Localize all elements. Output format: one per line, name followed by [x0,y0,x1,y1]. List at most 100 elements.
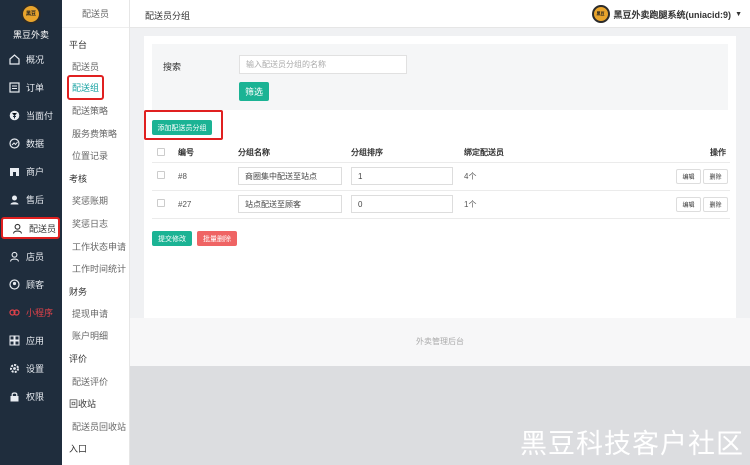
main-panel: 搜索 筛选 添加配送员分组 编号 分组名称 分组排序 绑定配送员 操作 #8 4… [144,36,736,318]
watermark-text: 黑豆科技客户社区 [520,429,744,459]
search-area: 搜索 筛选 [152,44,728,110]
row-checkbox[interactable] [157,199,165,207]
home-icon [9,53,20,65]
subnav-link-rider-recycle[interactable]: 配送员回收站 [72,420,126,433]
subnav-section-review: 评价 [69,354,88,364]
subnav-link-reward-log[interactable]: 奖惩日志 [72,217,108,230]
subnav-link-fee-strategy[interactable]: 服务费策略 [72,127,117,140]
col-id: 编号 [178,144,238,163]
sidebar-item-merchant[interactable]: 商户 [0,160,62,182]
add-group-button[interactable]: 添加配送员分组 [152,120,212,135]
sidebar-item-rider[interactable]: 配送员 [1,217,60,239]
staff-icon [9,251,20,262]
subnav-link-riders[interactable]: 配送员 [72,60,99,73]
row-id: #27 [178,190,238,219]
subnav-link-status-apply[interactable]: 工作状态申请 [72,240,126,253]
brand-logo-icon: 黑豆 [21,3,41,24]
select-all-checkbox[interactable] [157,147,165,156]
col-actions: 操作 [664,144,730,163]
brand-name: 黑豆外卖 [12,29,49,40]
service-icon [9,194,20,205]
sidebar-item-label: 售后 [26,194,45,205]
group-name-input[interactable] [238,195,342,213]
sidebar-item-settings[interactable]: 设置 [0,357,62,379]
sidebar-item-data[interactable]: 数据 [0,132,62,154]
group-name-input[interactable] [238,167,342,185]
row-riders: 4个 [464,162,664,191]
subnav-link-location-log[interactable]: 位置记录 [72,149,108,162]
chart-icon [9,137,20,149]
page-title: 配送员分组 [145,11,191,21]
system-switcher[interactable]: 黑豆 黑豆外卖跑腿系统(uniacid:9) ▼ [591,5,742,23]
sidebar-item-overview[interactable]: 概况 [0,48,62,70]
table-row: #27 1个 编辑删除 [152,190,730,219]
subnav-link-delivery-review[interactable]: 配送评价 [72,375,108,388]
sidebar-item-label: 顾客 [26,279,45,290]
subnav-link-rider-groups[interactable]: 配送组 [67,75,105,100]
edit-button[interactable]: 编辑 [676,168,701,184]
subnav-link-withdraw[interactable]: 提现申请 [72,307,108,320]
sidebar-item-label: 店员 [26,251,45,262]
col-name: 分组名称 [238,144,351,163]
edit-button[interactable]: 编辑 [676,196,701,212]
sidebar-item-face-pay[interactable]: 当面付 [0,104,62,126]
sidebar-item-label: 商户 [26,166,45,177]
submit-changes-button[interactable]: 提交修改 [152,231,192,246]
subnav-section-platform: 平台 [69,40,88,50]
subnav-section-finance: 财务 [69,287,88,297]
delete-button[interactable]: 删除 [703,168,728,184]
top-bar: 配送员分组 黑豆 黑豆外卖跑腿系统(uniacid:9) ▼ [130,0,750,28]
group-table: 编号 分组名称 分组排序 绑定配送员 操作 #8 4个 编辑删除 #27 [152,144,730,219]
subnav-link-account-detail[interactable]: 账户明细 [72,329,108,342]
subnav-link-worktime-stats[interactable]: 工作时间统计 [72,262,126,275]
lock-icon [9,391,20,402]
delete-button[interactable]: 删除 [703,196,728,212]
shop-icon [9,166,20,177]
subnav-section-assessment: 考核 [69,174,88,184]
sidebar-item-miniapp[interactable]: 小程序 [0,301,62,323]
user-icon [12,223,23,234]
row-riders: 1个 [464,190,664,219]
search-label: 搜索 [163,62,182,72]
sidebar-item-label: 小程序 [26,307,54,318]
col-riders: 绑定配送员 [464,144,664,163]
sidebar-item-clerk[interactable]: 店员 [0,245,62,267]
customer-icon [9,278,20,290]
col-sort: 分组排序 [351,144,464,163]
sidebar-item-apps[interactable]: 应用 [0,329,62,351]
system-logo-icon: 黑豆 [591,5,610,23]
search-input[interactable] [239,55,407,74]
gear-icon [9,363,20,374]
group-sort-input[interactable] [351,167,453,185]
sidebar-item-after-sales[interactable]: 售后 [0,188,62,210]
sidebar-item-orders[interactable]: 订单 [0,76,62,98]
subnav-link-delivery-strategy[interactable]: 配送策略 [72,104,108,117]
subnav-section-recycle: 回收站 [69,399,97,409]
yen-icon [9,110,20,121]
sidebar-item-label: 应用 [26,335,45,346]
group-sort-input[interactable] [351,195,453,213]
sidebar-item-label: 数据 [26,138,45,149]
sub-sidebar-title: 配送员 [62,0,129,28]
list-icon [9,81,20,93]
row-id: #8 [178,162,238,191]
apps-icon [9,335,20,346]
chevron-down-icon: ▼ [735,10,742,18]
sidebar-item-label: 当面付 [26,110,54,121]
sidebar-item-label: 权限 [26,391,45,402]
batch-delete-button[interactable]: 批量删除 [197,231,237,246]
table-row: #8 4个 编辑删除 [152,162,730,191]
subnav-section-entry: 入口 [69,444,88,454]
row-checkbox[interactable] [157,171,165,179]
filter-button[interactable]: 筛选 [239,82,269,101]
sidebar-item-label: 概况 [26,54,45,65]
brand-logo[interactable]: 黑豆 黑豆外卖 [0,0,62,44]
sidebar-item-label: 设置 [26,363,45,374]
main-sidebar: 黑豆 黑豆外卖 概况 订单 当面付 数据 商户 售后 配送员 店员 顾客 小程序 [0,0,62,465]
system-name: 黑豆外卖跑腿系统(uniacid:9) [613,9,732,20]
sidebar-item-label: 配送员 [29,223,57,234]
sidebar-item-customer[interactable]: 顾客 [0,273,62,295]
sidebar-item-permission[interactable]: 权限 [0,385,62,407]
subnav-link-reward-period[interactable]: 奖惩账期 [72,194,108,207]
miniapp-icon [9,307,20,318]
